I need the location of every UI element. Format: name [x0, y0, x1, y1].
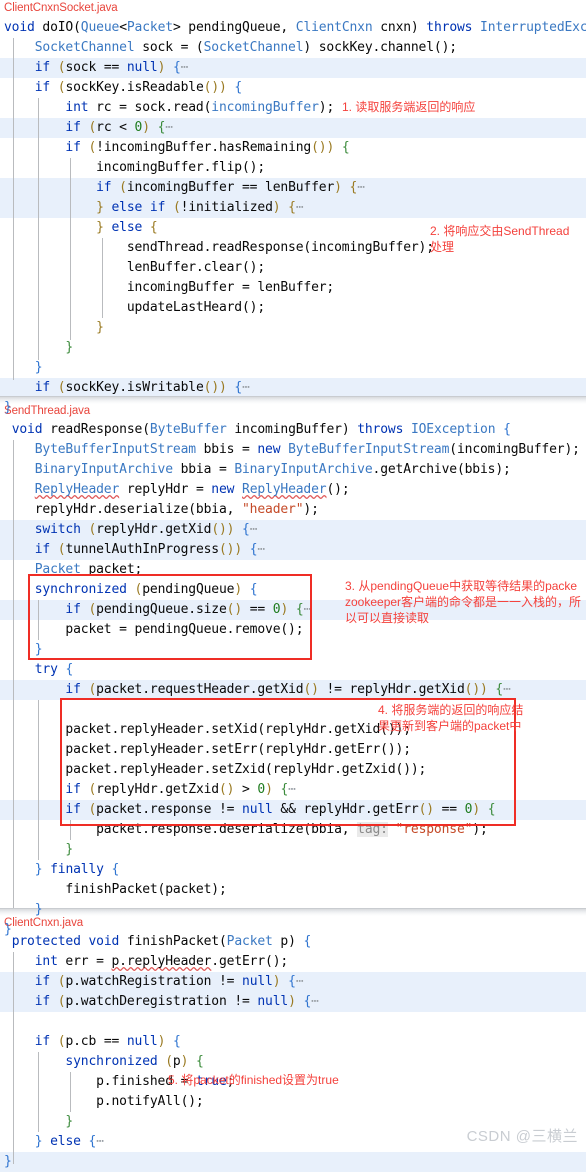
code-line: lenBuffer.clear();: [126, 260, 266, 275]
code-line: if (sock == null) {⋯: [34, 60, 189, 75]
code-line: if (replyHdr.getZxid() > 0) {⋯: [65, 782, 296, 797]
code-line: if (packet.requestHeader.getXid() != rep…: [65, 682, 511, 697]
code-line: if (incomingBuffer == lenBuffer) {⋯: [96, 180, 365, 195]
code-line: if (sockKey.isWritable()) {⋯: [34, 380, 250, 395]
code-line: int rc = sock.read(incomingBuffer);: [65, 100, 335, 115]
file-label-clientcnxnsocket: ClientCnxnSocket.java: [4, 2, 118, 14]
code-line: updateLastHeard();: [126, 300, 266, 315]
code-line: switch (replyHdr.getXid()) {⋯: [34, 522, 258, 537]
code-screenshot-root: ClientCnxnSocket.java void doIO(Queue<Pa…: [0, 0, 586, 1172]
code-line: if (packet.response != null && replyHdr.…: [65, 802, 496, 817]
code-line: int err = p.replyHeader.getErr();: [34, 954, 289, 969]
code-line: protected void finishPacket(Packet p) {: [11, 934, 312, 949]
code-section-clientcnxnsocket: ClientCnxnSocket.java void doIO(Queue<Pa…: [0, 0, 586, 415]
code-line: if (p.watchRegistration != null) {⋯: [34, 974, 304, 989]
code-line: incomingBuffer = lenBuffer;: [126, 280, 335, 295]
code-section-sendthread: SendThread.java void readResponse(ByteBu…: [0, 404, 586, 937]
csdn-watermark: CSDN @三横兰: [466, 1128, 578, 1145]
code-line: if (sockKey.isReadable()) {: [34, 80, 243, 95]
code-lines-sendthread: void readResponse(ByteBuffer incomingBuf…: [0, 420, 586, 940]
code-line: } finally {: [34, 862, 120, 877]
code-line: if (rc < 0) {⋯: [65, 120, 173, 135]
annotation-5: 5. 将packet的finished设置为true: [168, 1073, 339, 1087]
code-line: if (tunnelAuthInProgress()) {⋯: [34, 542, 266, 557]
code-line: void readResponse(ByteBuffer incomingBuf…: [11, 422, 511, 437]
code-line: Packet packet;: [34, 562, 143, 577]
code-line: replyHdr.deserialize(bbia, "header");: [34, 502, 319, 517]
code-line: packet.response.deserialize(bbia, tag: "…: [96, 822, 488, 837]
code-line: }: [4, 1154, 12, 1169]
code-line: p.notifyAll();: [96, 1094, 204, 1109]
code-line: if (!incomingBuffer.hasRemaining()) {: [65, 140, 350, 155]
code-line: incomingBuffer.flip();: [96, 160, 266, 175]
code-line: SocketChannel sock = (SocketChannel) soc…: [34, 40, 457, 55]
file-label-sendthread: SendThread.java: [4, 405, 91, 417]
code-lines-clientcnxnsocket: void doIO(Queue<Packet> pendingQueue, Cl…: [0, 18, 586, 418]
code-line: BinaryInputArchive bbia = BinaryInputArc…: [34, 462, 511, 477]
code-line: synchronized (p) {: [65, 1054, 204, 1069]
code-line: }: [34, 642, 43, 657]
annotation-3: 3. 从pendingQueue中获取等待结果的packe zookeeper客…: [345, 579, 582, 625]
code-line: packet.replyHeader.setZxid(replyHdr.getZ…: [65, 762, 427, 777]
code-line: void doIO(Queue<Packet> pendingQueue, Cl…: [4, 20, 586, 35]
annotation-1: 1. 读取服务端返回的响应: [342, 100, 476, 114]
code-line: ByteBufferInputStream bbis = new ByteBuf…: [34, 442, 580, 457]
code-line: try {: [34, 662, 74, 677]
code-line: if (p.watchDeregistration != null) {⋯: [34, 994, 319, 1009]
code-section-clientcnxn: ClientCnxn.java protected void finishPac…: [0, 916, 586, 1172]
code-line: if (p.cb == null) {: [34, 1034, 181, 1049]
code-line: finishPacket(packet);: [65, 882, 227, 897]
code-line: } else if (!initialized) {⋯: [96, 200, 304, 215]
section-separator: [0, 908, 586, 916]
annotation-2: 2. 将响应交由SendThread 处理: [430, 224, 570, 254]
code-line: ReplyHeader replyHdr = new ReplyHeader()…: [34, 482, 350, 497]
annotation-4: 4. 将服务端的返回的响应结 果更新到客户端的packet中: [378, 703, 524, 733]
code-line: }: [65, 842, 74, 857]
code-line: packet.replyHeader.setErr(replyHdr.getEr…: [65, 742, 411, 757]
code-line: }: [34, 360, 43, 375]
code-line: }: [96, 320, 104, 335]
code-line: }: [65, 340, 74, 355]
